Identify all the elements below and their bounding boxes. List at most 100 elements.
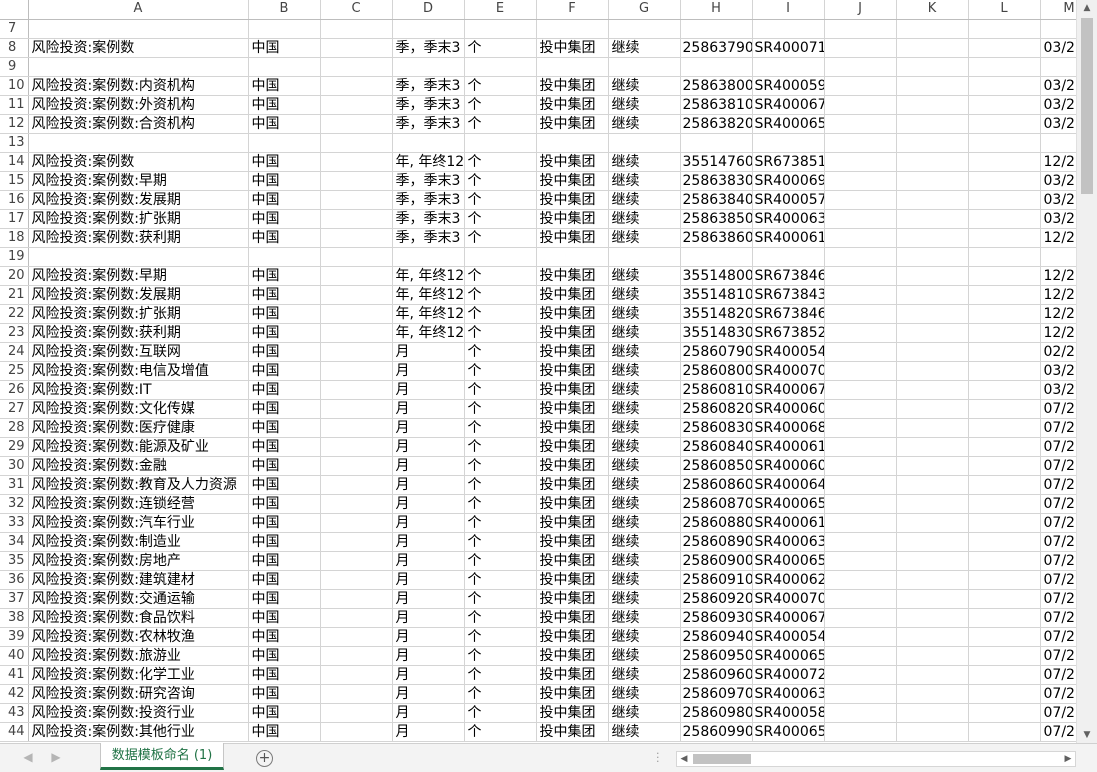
cell-i[interactable]: SR4000679: [752, 95, 825, 115]
cell-k[interactable]: [896, 228, 969, 248]
cell-e[interactable]: 个: [464, 456, 537, 476]
cell-h[interactable]: [680, 247, 753, 267]
cell-l[interactable]: [968, 285, 1041, 305]
cell-f[interactable]: 投中集团: [536, 684, 609, 704]
cell-c[interactable]: [320, 266, 393, 286]
cell-d[interactable]: 年, 年终12: [392, 285, 465, 305]
cell-j[interactable]: [824, 171, 897, 191]
row-header[interactable]: 34: [0, 532, 29, 552]
cell-h[interactable]: 258608901: [680, 532, 753, 552]
cell-c[interactable]: [320, 684, 393, 704]
cell-c[interactable]: [320, 95, 393, 115]
cell-e[interactable]: 个: [464, 703, 537, 723]
cell-h[interactable]: 258609601: [680, 665, 753, 685]
cell-j[interactable]: [824, 323, 897, 343]
column-header-b[interactable]: B: [248, 0, 321, 20]
cell-h[interactable]: 355147601: [680, 152, 753, 172]
cell-b[interactable]: 中国: [248, 703, 321, 723]
cell-g[interactable]: 继续: [608, 190, 681, 210]
cell-d[interactable]: 月: [392, 646, 465, 666]
cell-c[interactable]: [320, 399, 393, 419]
cell-l[interactable]: [968, 304, 1041, 324]
cell-a[interactable]: [28, 19, 249, 39]
cell-d[interactable]: 月: [392, 380, 465, 400]
cell-e[interactable]: 个: [464, 722, 537, 742]
cell-l[interactable]: [968, 646, 1041, 666]
cell-a[interactable]: 风险投资:案例数:发展期: [28, 285, 249, 305]
cell-e[interactable]: 个: [464, 399, 537, 419]
cell-i[interactable]: SR4000720: [752, 665, 825, 685]
cell-m[interactable]: 07/2: [1040, 665, 1076, 685]
cell-d[interactable]: 月: [392, 570, 465, 590]
cell-j[interactable]: [824, 418, 897, 438]
cell-k[interactable]: [896, 361, 969, 381]
cell-c[interactable]: [320, 627, 393, 647]
cell-j[interactable]: [824, 570, 897, 590]
cell-a[interactable]: 风险投资:案例数:交通运输: [28, 589, 249, 609]
cell-l[interactable]: [968, 551, 1041, 571]
cell-c[interactable]: [320, 456, 393, 476]
column-header-h[interactable]: H: [680, 0, 753, 20]
cell-f[interactable]: 投中集团: [536, 228, 609, 248]
cell-f[interactable]: 投中集团: [536, 114, 609, 134]
cell-b[interactable]: 中国: [248, 665, 321, 685]
cell-m[interactable]: 03/2: [1040, 76, 1076, 96]
cell-m[interactable]: 07/2: [1040, 437, 1076, 457]
cell-m[interactable]: 12/2: [1040, 228, 1076, 248]
cell-g[interactable]: 继续: [608, 95, 681, 115]
row-header[interactable]: 15: [0, 171, 29, 191]
cell-j[interactable]: [824, 76, 897, 96]
cell-e[interactable]: 个: [464, 665, 537, 685]
cell-i[interactable]: SR4000626: [752, 570, 825, 590]
cell-h[interactable]: 258609901: [680, 722, 753, 742]
cell-m[interactable]: 07/2: [1040, 589, 1076, 609]
cell-l[interactable]: [968, 38, 1041, 58]
row-header[interactable]: 22: [0, 304, 29, 324]
cell-g[interactable]: 继续: [608, 532, 681, 552]
cell-a[interactable]: 风险投资:案例数:制造业: [28, 532, 249, 552]
cell-d[interactable]: 月: [392, 589, 465, 609]
sheet-tab-active[interactable]: 数据模板命名 (1): [100, 743, 224, 770]
cell-f[interactable]: 投中集团: [536, 456, 609, 476]
previous-sheet-icon[interactable]: ◀: [20, 750, 36, 764]
cell-e[interactable]: 个: [464, 228, 537, 248]
cell-j[interactable]: [824, 703, 897, 723]
cell-b[interactable]: 中国: [248, 342, 321, 362]
cell-f[interactable]: 投中集团: [536, 532, 609, 552]
cell-m[interactable]: 12/2: [1040, 304, 1076, 324]
cell-f[interactable]: 投中集团: [536, 76, 609, 96]
cell-g[interactable]: 继续: [608, 171, 681, 191]
cell-j[interactable]: [824, 304, 897, 324]
cell-i[interactable]: SR4000674: [752, 608, 825, 628]
cell-g[interactable]: 继续: [608, 608, 681, 628]
cell-g[interactable]: 继续: [608, 76, 681, 96]
cell-b[interactable]: 中国: [248, 380, 321, 400]
cell-b[interactable]: 中国: [248, 38, 321, 58]
cell-c[interactable]: [320, 152, 393, 172]
cell-l[interactable]: [968, 399, 1041, 419]
cell-g[interactable]: 继续: [608, 570, 681, 590]
row-header[interactable]: 20: [0, 266, 29, 286]
row-header[interactable]: 19: [0, 247, 29, 267]
horizontal-scrollbar[interactable]: ◀ ▶: [676, 751, 1076, 767]
cell-f[interactable]: 投中集团: [536, 627, 609, 647]
cell-a[interactable]: 风险投资:案例数:发展期: [28, 190, 249, 210]
row-header[interactable]: 11: [0, 95, 29, 115]
cell-i[interactable]: SR4000548: [752, 627, 825, 647]
cell-g[interactable]: 继续: [608, 494, 681, 514]
cell-k[interactable]: [896, 38, 969, 58]
cell-e[interactable]: 个: [464, 684, 537, 704]
cell-m[interactable]: 07/2: [1040, 532, 1076, 552]
cell-l[interactable]: [968, 456, 1041, 476]
cell-c[interactable]: [320, 513, 393, 533]
cell-j[interactable]: [824, 266, 897, 286]
cell-l[interactable]: [968, 380, 1041, 400]
cell-f[interactable]: 投中集团: [536, 285, 609, 305]
row-header[interactable]: 10: [0, 76, 29, 96]
cell-a[interactable]: 风险投资:案例数:外资机构: [28, 95, 249, 115]
cell-g[interactable]: 继续: [608, 342, 681, 362]
row-header[interactable]: 18: [0, 228, 29, 248]
cell-e[interactable]: 个: [464, 494, 537, 514]
cell-b[interactable]: 中国: [248, 190, 321, 210]
cell-g[interactable]: 继续: [608, 456, 681, 476]
